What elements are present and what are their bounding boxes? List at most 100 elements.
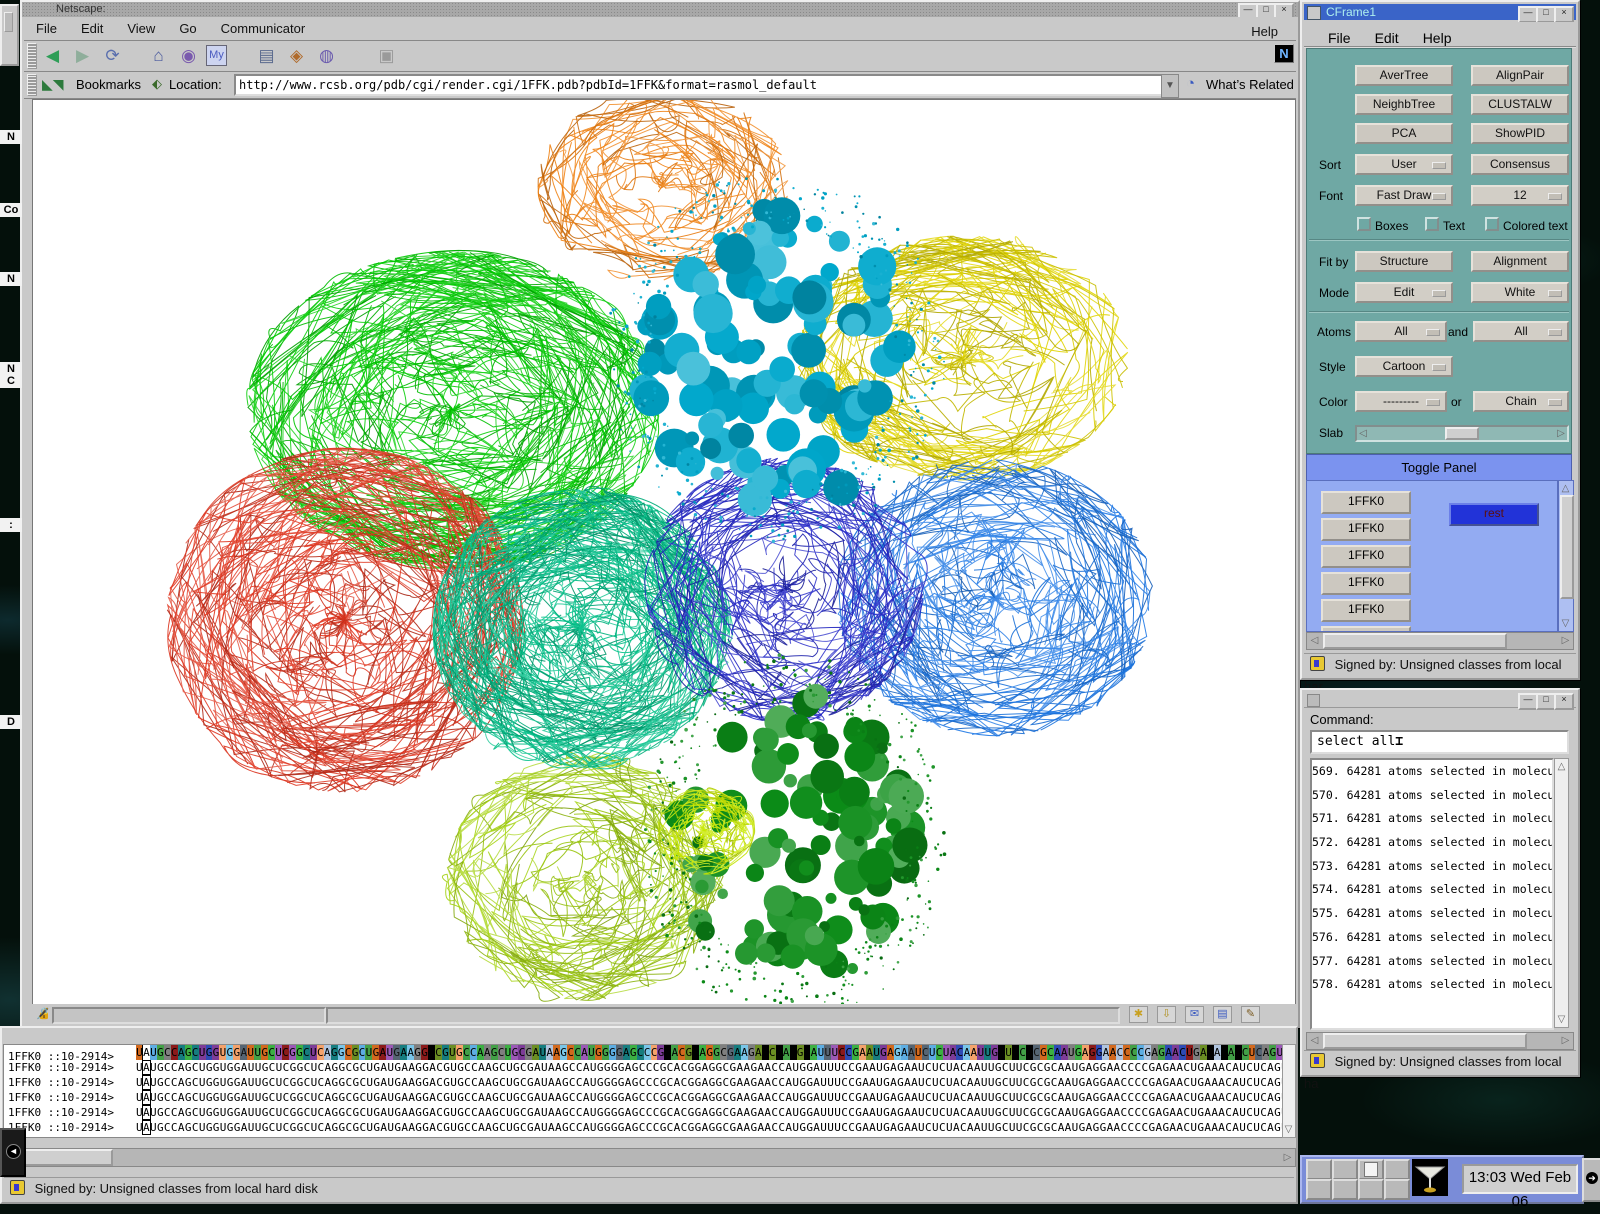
residue-cell[interactable]: G (1193, 1045, 1200, 1060)
atoms2-dropdown[interactable]: All (1473, 321, 1569, 342)
residue-cell[interactable]: U (150, 1045, 157, 1060)
component-icon-1[interactable]: ⇩ (1157, 1006, 1176, 1023)
residue-cell[interactable]: A (859, 1045, 866, 1060)
residue-cell[interactable]: G (212, 1045, 219, 1060)
sequence-row[interactable]: 1FFK0 ::10-2914>UAUGCCAGCUGGUGGAUUGCUCGG… (4, 1105, 1283, 1120)
residue-cell[interactable]: C (1123, 1045, 1130, 1060)
residue-cell[interactable]: C (1255, 1045, 1262, 1060)
residue-cell[interactable]: U (817, 1045, 824, 1060)
residue-cell[interactable]: G (352, 1045, 359, 1060)
menu-edit[interactable]: Edit (69, 18, 115, 36)
residue-cell[interactable]: U (275, 1045, 282, 1060)
residue-cell[interactable]: G (713, 1045, 720, 1060)
back-icon[interactable]: ◀ (40, 43, 65, 68)
residue-cell[interactable]: A (484, 1045, 491, 1060)
chain-button-1ffk0[interactable]: 1FFK0 (1321, 572, 1411, 595)
residue-cell[interactable]: G (706, 1045, 713, 1060)
residue-cell[interactable]: G (338, 1045, 345, 1060)
residue-cell[interactable]: A (1228, 1045, 1235, 1060)
list-hscrollbar[interactable]: ◁ ▷ (1306, 632, 1574, 650)
search-icon[interactable]: ◉ (176, 43, 201, 68)
residue-cell[interactable]: A (1109, 1045, 1116, 1060)
residue-cell[interactable]: U (310, 1045, 317, 1060)
residue-cell[interactable]: A (699, 1045, 706, 1060)
residue-cell[interactable]: U (1186, 1045, 1193, 1060)
forward-icon[interactable]: ▶ (70, 43, 95, 68)
desktop-icon-label[interactable]: N C (0, 362, 22, 388)
sequence-cursor[interactable]: A (143, 1061, 150, 1074)
residue-cell[interactable]: G (991, 1045, 998, 1060)
pager-button[interactable] (1306, 1179, 1332, 1200)
hscroll-thumb[interactable] (1323, 1033, 1527, 1049)
avertree-button[interactable]: AverTree (1355, 65, 1453, 86)
residue-cell[interactable]: G (331, 1045, 338, 1060)
residue-cell[interactable]: A (407, 1045, 414, 1060)
residue-cell[interactable]: G (1144, 1045, 1151, 1060)
atoms1-dropdown[interactable]: All (1355, 321, 1447, 342)
residue-cell[interactable]: G (206, 1045, 213, 1060)
residue-cell[interactable]: U (984, 1045, 991, 1060)
residue-cell[interactable]: C (644, 1045, 651, 1060)
residue-cell[interactable]: A (762, 1045, 769, 1060)
residue-cell[interactable]: C (664, 1045, 671, 1060)
scroll-down-icon[interactable]: ▽ (1281, 1122, 1296, 1137)
desktop-icon-label[interactable]: Co (0, 203, 22, 217)
residue-cell[interactable]: A (532, 1045, 539, 1060)
sequence-row[interactable]: 1FFK0 ::10-2914>UAUGCCAGCUGGUGGAUUGCUCGG… (4, 1060, 1283, 1075)
residue-cell[interactable]: G (748, 1045, 755, 1060)
residue-cell[interactable]: G (525, 1045, 532, 1060)
residue-cell[interactable]: A (428, 1045, 435, 1060)
vscroll-thumb[interactable] (1560, 495, 1574, 599)
residue-cell[interactable]: U (943, 1045, 950, 1060)
residue-cell[interactable]: A (553, 1045, 560, 1060)
residue-cell[interactable]: C (678, 1045, 685, 1060)
residue-cell[interactable]: G (880, 1045, 887, 1060)
bookmarks-icon[interactable]: ◣◥ (42, 76, 64, 93)
taskbar-arrow-button[interactable]: ➜ (1582, 1158, 1600, 1202)
residue-cell[interactable]: G (421, 1045, 428, 1060)
pager-button[interactable] (1332, 1179, 1358, 1200)
home-icon[interactable]: ⌂ (146, 43, 171, 68)
residue-cell[interactable]: G (685, 1045, 692, 1060)
font-face-dropdown[interactable]: Fast Draw (1355, 185, 1453, 206)
residue-cell[interactable]: G (296, 1045, 303, 1060)
boxes-checkbox[interactable]: Boxes (1357, 216, 1408, 233)
close-button[interactable]: × (1554, 693, 1574, 710)
slab-slider[interactable]: ◁ ▷ (1355, 425, 1569, 442)
residue-cell[interactable]: U (824, 1045, 831, 1060)
residue-cell[interactable]: U (929, 1045, 936, 1060)
residue-cell[interactable]: U (199, 1045, 206, 1060)
desktop-icon-label[interactable]: : (0, 518, 22, 532)
list-vscrollbar[interactable]: △ ▽ (1558, 480, 1574, 632)
residue-cell[interactable]: C (435, 1045, 442, 1060)
residue-cell[interactable]: C (567, 1045, 574, 1060)
residue-cell[interactable]: G (261, 1045, 268, 1060)
residue-cell[interactable]: A (866, 1045, 873, 1060)
chain-button-1ffk0[interactable]: 1FFK0 (1321, 545, 1411, 568)
residue-cell[interactable]: A (1214, 1045, 1221, 1060)
residue-cell[interactable]: U (873, 1045, 880, 1060)
hscroll-thumb[interactable] (1323, 633, 1507, 649)
slab-thumb[interactable] (1445, 427, 1479, 440)
residue-cell[interactable]: G (511, 1045, 518, 1060)
residue-cell[interactable]: G (692, 1045, 699, 1060)
residue-cell[interactable]: G (657, 1045, 664, 1060)
residue-cell[interactable]: C (1033, 1045, 1040, 1060)
residue-cell[interactable]: A (950, 1045, 957, 1060)
sequence-cursor[interactable]: A (143, 1091, 150, 1104)
color-chain-dropdown[interactable]: Chain (1473, 391, 1569, 412)
url-dropdown-arrow[interactable]: ▼ (1161, 74, 1179, 98)
residue-cell[interactable]: U (247, 1045, 254, 1060)
netscape-titlebar[interactable]: Netscape: — □ × (22, 2, 1298, 17)
command-input[interactable]: select all⌶ (1310, 730, 1569, 754)
bookmarks-label[interactable]: Bookmarks (76, 77, 141, 92)
menu-file[interactable]: File (24, 18, 69, 36)
mode-dropdown[interactable]: Edit (1355, 282, 1453, 303)
residue-cell[interactable]: G (560, 1045, 567, 1060)
security-icon[interactable]: ◈ (284, 43, 309, 68)
component-icon-2[interactable]: ✉ (1185, 1006, 1204, 1023)
scroll-down-icon[interactable]: ▽ (1558, 616, 1573, 631)
menu-edit[interactable]: Edit (1363, 26, 1411, 46)
residue-cell[interactable]: A (1207, 1045, 1214, 1060)
menu-communicator[interactable]: Communicator (209, 18, 318, 36)
